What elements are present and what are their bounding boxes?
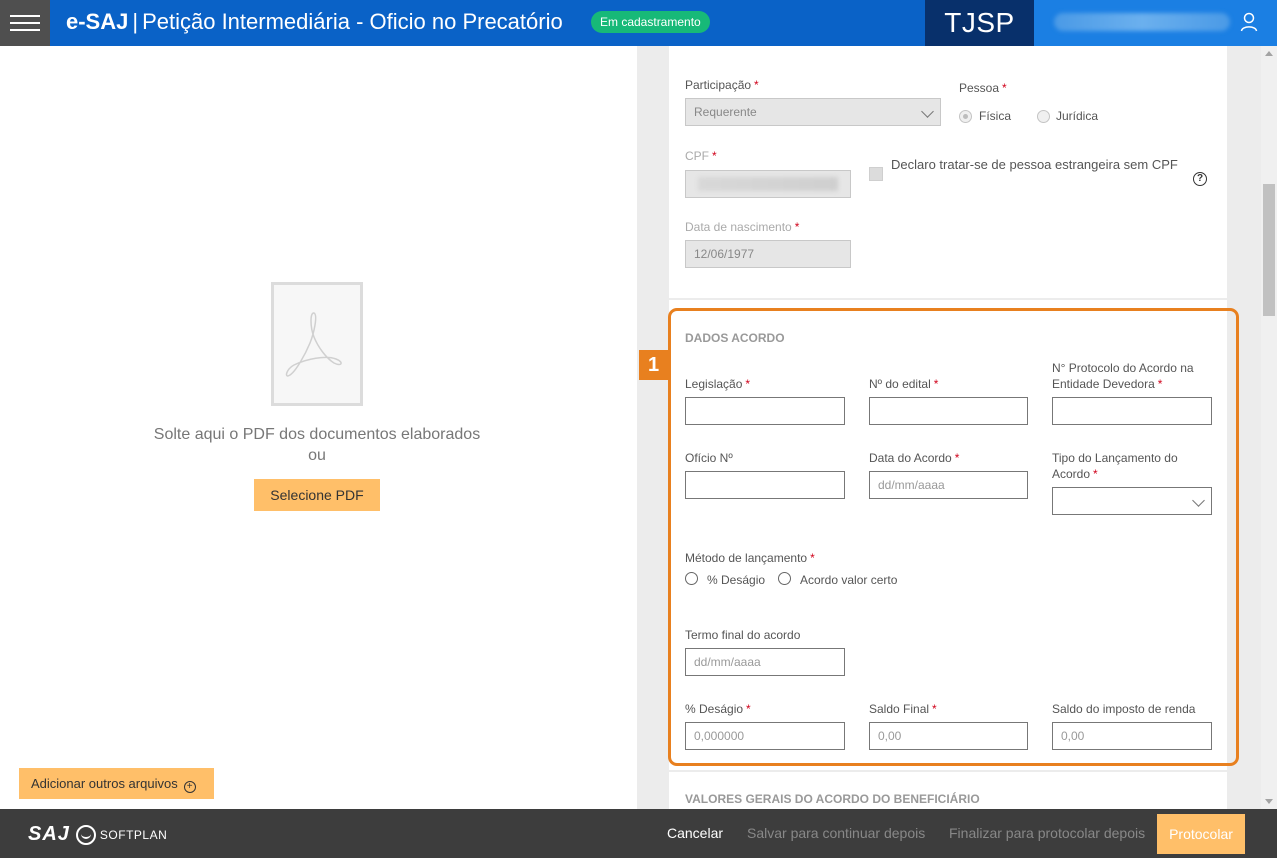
- section-title-valores-gerais: VALORES GERAIS DO ACORDO DO BENEFICIÁRIO: [685, 792, 980, 806]
- birth-date-input[interactable]: 12/06/1977: [685, 240, 851, 268]
- agreement-date-label: Data do Acordo *: [869, 451, 960, 465]
- page-title: e-SAJ | Petição Intermediária - Oficio no …: [66, 9, 563, 35]
- vertical-scrollbar[interactable]: [1261, 46, 1277, 809]
- foreign-person-label: Declaro tratar-se de pessoa estrangeira …: [891, 157, 1178, 172]
- scroll-down-arrow-icon[interactable]: [1265, 799, 1273, 804]
- save-for-later-button[interactable]: Salvar para continuar depois: [747, 809, 925, 858]
- discount-input[interactable]: 0,000000: [685, 722, 845, 750]
- income-tax-balance-input[interactable]: 0,00: [1052, 722, 1212, 750]
- drop-instructions: Solte aqui o PDF dos documentos elaborad…: [153, 426, 481, 464]
- protocol-button[interactable]: Protocolar: [1157, 814, 1245, 854]
- cancel-button[interactable]: Cancelar: [667, 809, 723, 858]
- step-number-badge: 1: [639, 350, 668, 380]
- final-term-label: Termo final do acordo: [685, 628, 801, 642]
- scroll-thumb[interactable]: [1263, 184, 1275, 316]
- petition-title: Petição Intermediária - Oficio no Precat…: [142, 9, 563, 34]
- status-badge: Em cadastramento: [591, 11, 710, 33]
- person-type-label: Pessoa *: [959, 81, 1007, 95]
- radio-fisica[interactable]: [959, 110, 972, 123]
- final-balance-label: Saldo Final *: [869, 702, 937, 716]
- user-name-redacted: [1054, 13, 1230, 31]
- cpf-label: CPF *: [685, 149, 717, 163]
- add-other-files-button[interactable]: Adicionar outros arquivos +: [19, 768, 214, 799]
- beneficiary-values-card: VALORES GERAIS DO ACORDO DO BENEFICIÁRIO: [669, 772, 1227, 809]
- logo-softplan-text: SOFTPLAN: [99, 827, 168, 842]
- income-tax-balance-label: Saldo do imposto de renda: [1052, 702, 1196, 716]
- section-title-dados-acordo: DADOS ACORDO: [685, 331, 785, 345]
- brand-name: e-SAJ: [66, 9, 129, 34]
- radio-desagio[interactable]: [685, 572, 698, 585]
- radio-valor-certo[interactable]: [778, 572, 791, 585]
- participation-label: Participação *: [685, 78, 759, 92]
- radio-valor-certo-label: Acordo valor certo: [800, 573, 898, 587]
- softplan-logo-icon: [75, 824, 96, 845]
- office-number-label: Ofício Nº: [685, 451, 733, 465]
- scroll-up-arrow-icon[interactable]: [1265, 51, 1273, 56]
- user-icon[interactable]: [1240, 12, 1258, 32]
- plus-circle-icon: +: [183, 781, 196, 793]
- add-files-label: Adicionar outros arquivos: [31, 776, 178, 791]
- final-term-input[interactable]: dd/mm/aaaa: [685, 648, 845, 676]
- participation-value: Requerente: [694, 105, 757, 119]
- protocol-number-input[interactable]: [1052, 397, 1212, 425]
- user-area[interactable]: [1034, 0, 1277, 46]
- court-logo: TJSP: [925, 0, 1034, 46]
- radio-juridica[interactable]: [1037, 110, 1050, 123]
- cpf-value-redacted: [698, 177, 838, 191]
- edict-number-input[interactable]: [869, 397, 1028, 425]
- hamburger-menu-icon[interactable]: [0, 0, 50, 46]
- title-separator: |: [132, 9, 139, 34]
- party-card: Participação * Requerente Pessoa * Física …: [669, 46, 1227, 298]
- top-header: e-SAJ | Petição Intermediária - Oficio no …: [0, 0, 1277, 46]
- help-icon[interactable]: ?: [1193, 172, 1207, 186]
- radio-juridica-label: Jurídica: [1056, 109, 1099, 123]
- chevron-down-icon: [1192, 494, 1205, 507]
- agreement-card: DADOS ACORDO Legislação * Nº do edital * N…: [669, 300, 1227, 770]
- legislation-input[interactable]: [685, 397, 845, 425]
- form-pane: Participação * Requerente Pessoa * Física …: [637, 46, 1261, 809]
- foreign-person-checkbox[interactable]: [869, 167, 883, 181]
- edict-number-label: Nº do edital *: [869, 377, 939, 391]
- participation-select[interactable]: Requerente: [685, 98, 941, 126]
- finalize-for-later-button[interactable]: Finalizar para protocolar depois: [949, 809, 1145, 858]
- cpf-input[interactable]: [685, 170, 851, 198]
- bottom-action-bar: SAJ SOFTPLAN Cancelar Salvar para contin…: [0, 809, 1277, 858]
- discount-label: % Deságio *: [685, 702, 751, 716]
- office-number-input[interactable]: [685, 471, 845, 499]
- birth-date-label: Data de nascimento *: [685, 220, 800, 234]
- chevron-down-icon: [921, 105, 934, 118]
- logo-saj-text: SAJ: [28, 823, 70, 845]
- radio-desagio-label: % Deságio: [707, 573, 766, 587]
- protocol-number-label: N° Protocolo do Acordo na Entidade Deved…: [1052, 361, 1194, 391]
- launch-type-select[interactable]: [1052, 487, 1212, 515]
- final-balance-input[interactable]: 0,00: [869, 722, 1028, 750]
- launch-type-label: Tipo do Lançamento do Acordo *: [1052, 451, 1178, 481]
- document-drop-pane[interactable]: Solte aqui o PDF dos documentos elaborad…: [0, 46, 637, 809]
- saj-softplan-logo: SAJ SOFTPLAN: [28, 823, 167, 846]
- pdf-file-icon: [271, 282, 363, 406]
- launch-method-label: Método de lançamento *: [685, 551, 815, 565]
- select-pdf-button[interactable]: Selecione PDF: [254, 479, 380, 511]
- radio-fisica-label: Física: [979, 109, 1012, 123]
- legislation-label: Legislação *: [685, 377, 751, 391]
- agreement-date-input[interactable]: dd/mm/aaaa: [869, 471, 1028, 499]
